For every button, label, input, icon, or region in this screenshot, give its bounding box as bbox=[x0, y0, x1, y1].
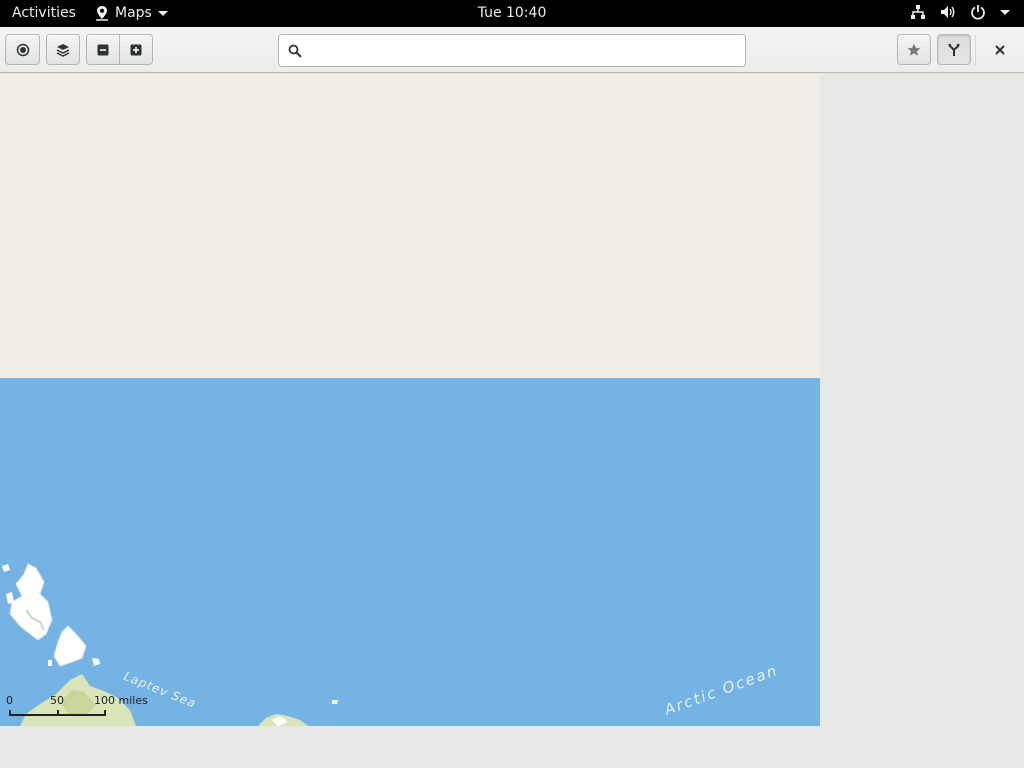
system-tray[interactable] bbox=[910, 4, 1010, 20]
map-islands bbox=[2, 563, 338, 726]
volume-icon bbox=[941, 6, 955, 18]
island-small-4 bbox=[332, 700, 338, 704]
app-name: Maps bbox=[115, 5, 152, 21]
zoom-out-icon bbox=[97, 44, 109, 55]
island-small-1 bbox=[2, 564, 10, 572]
scale-mid-tick bbox=[57, 710, 59, 716]
scale-mid: 50 bbox=[50, 694, 64, 707]
activities-button[interactable]: Activities bbox=[12, 5, 76, 21]
zoom-out-button[interactable] bbox=[86, 34, 120, 65]
route-icon bbox=[948, 43, 960, 56]
search-field[interactable] bbox=[278, 34, 746, 67]
network-icon bbox=[911, 5, 925, 19]
island-small-2 bbox=[6, 592, 14, 604]
zoom-in-icon bbox=[130, 44, 142, 55]
route-button[interactable] bbox=[937, 34, 971, 65]
scale-max: 100 miles bbox=[94, 694, 148, 707]
star-icon bbox=[907, 43, 921, 56]
header-separator bbox=[975, 35, 976, 65]
power-icon bbox=[971, 5, 985, 20]
island-large bbox=[9, 563, 53, 641]
favorites-button[interactable] bbox=[897, 34, 931, 65]
map-pin-icon bbox=[96, 6, 108, 21]
top-bar: Activities Maps Tue 10:40 bbox=[0, 0, 1024, 27]
map-scale: 0 50 100 miles bbox=[6, 694, 166, 720]
location-target-icon bbox=[16, 43, 29, 56]
layers-button[interactable] bbox=[46, 34, 80, 65]
island-small-5 bbox=[48, 660, 52, 666]
app-menu[interactable]: Maps bbox=[95, 5, 168, 21]
map-view[interactable]: Laptev Sea Arctic Ocean 0 50 100 miles bbox=[0, 74, 820, 726]
search-icon bbox=[288, 44, 302, 58]
layers-icon bbox=[56, 43, 70, 57]
bottom-area bbox=[0, 726, 1024, 768]
scale-zero: 0 bbox=[6, 694, 13, 707]
island-small-3 bbox=[92, 658, 100, 666]
island-medium bbox=[53, 625, 87, 667]
search-input[interactable] bbox=[310, 43, 745, 58]
chevron-down-icon bbox=[1000, 9, 1010, 15]
clock[interactable]: Tue 10:40 bbox=[478, 5, 547, 21]
header-bar bbox=[0, 27, 1024, 73]
chevron-down-icon bbox=[157, 10, 168, 16]
zoom-in-button[interactable] bbox=[120, 34, 153, 65]
close-icon bbox=[995, 45, 1005, 55]
locate-me-button[interactable] bbox=[5, 34, 40, 65]
side-panel bbox=[820, 74, 1024, 726]
close-button[interactable] bbox=[986, 39, 1014, 61]
